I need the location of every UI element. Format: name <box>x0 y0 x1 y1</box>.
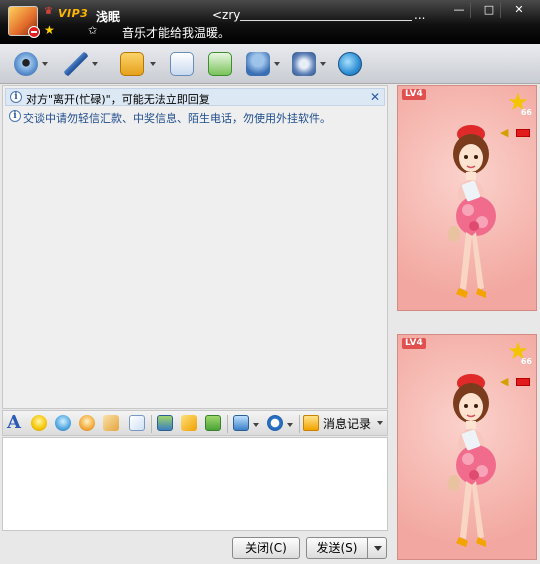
flag-icon[interactable] <box>516 129 530 137</box>
more-info-ellipsis[interactable]: ... <box>414 8 425 22</box>
message-history-dropdown-arrow[interactable] <box>377 421 383 425</box>
window-button-divider <box>500 2 501 18</box>
message-history-icon <box>303 415 319 431</box>
message-history-panel[interactable]: i 对方"离开(忙碌)"，可能无法立即回复 ✕ i 交谈中请勿轻信汇款、中奖信息… <box>2 85 388 409</box>
send-sms-icon[interactable] <box>170 52 194 76</box>
voice-call-dropdown-arrow[interactable] <box>92 62 98 66</box>
show-star-count: 66 <box>520 357 532 366</box>
avatar[interactable] <box>8 6 40 38</box>
add-app-icon[interactable] <box>208 52 232 76</box>
window-shake-icon[interactable] <box>79 415 95 431</box>
avatar-show-figure <box>448 374 496 547</box>
remote-assist-icon[interactable] <box>338 52 362 76</box>
soso-search-icon[interactable] <box>267 415 283 431</box>
security-warning-text: 交谈中请勿轻信汇款、中奖信息、陌生电话，勿使用外挂软件。 <box>23 112 331 125</box>
format-toolbar: A 消息记录 <box>2 410 388 436</box>
contact-signature: 音乐才能给我温暖。 <box>122 26 231 40</box>
screenshot-dropdown-arrow[interactable] <box>253 423 259 427</box>
my-show-panel[interactable]: LV4 ★ 66 ◀ <box>397 334 537 560</box>
message-input[interactable] <box>2 437 388 531</box>
star-outline-icon: ✩ <box>88 24 98 37</box>
info-icon: i <box>10 91 22 103</box>
window-button-divider <box>470 2 471 18</box>
avatar-show-figure <box>448 125 496 298</box>
show-star-count: 66 <box>520 108 532 117</box>
title-bar: ♛ VIP3 ★ 浅眠 ✩ 音乐才能给我温暖。 <zry ... — □ ✕ <box>0 0 540 44</box>
close-window-button[interactable]: ✕ <box>508 3 530 17</box>
screenshot-icon[interactable] <box>233 415 249 431</box>
contact-nickname: 浅眠 <box>96 10 121 24</box>
send-file-icon[interactable] <box>120 52 144 76</box>
soso-dropdown-arrow[interactable] <box>287 423 293 427</box>
gift-icon[interactable] <box>205 415 221 431</box>
flag-icon[interactable] <box>516 378 530 386</box>
group-chat-icon[interactable] <box>246 52 270 76</box>
show-level-badge: LV4 <box>402 338 426 349</box>
group-chat-dropdown-arrow[interactable] <box>274 62 280 66</box>
member-star-icon[interactable]: ★ <box>44 23 55 37</box>
send-options-dropdown[interactable] <box>367 537 387 559</box>
toolbar-divider <box>227 415 228 433</box>
font-style-icon[interactable]: A <box>7 413 23 433</box>
busy-status-icon <box>28 26 40 38</box>
notice-close-icon[interactable]: ✕ <box>370 90 380 104</box>
minimize-button[interactable]: — <box>448 3 470 17</box>
video-call-dropdown-arrow[interactable] <box>42 62 48 66</box>
contact-show-panel[interactable]: LV4 ★ 66 ◀ <box>397 85 537 311</box>
toolbar-divider <box>299 415 300 433</box>
magic-emoticon-icon[interactable] <box>55 415 71 431</box>
send-image-icon[interactable] <box>157 415 173 431</box>
show-level-badge: LV4 <box>402 89 426 100</box>
vip-crown-icon: ♛ <box>44 6 53 17</box>
scribble-icon[interactable] <box>103 415 119 431</box>
action-bar: 关闭(C) 发送(S) <box>0 532 392 564</box>
send-button[interactable]: 发送(S) <box>306 537 368 559</box>
music-icon[interactable] <box>181 415 197 431</box>
toolbar-divider <box>151 415 152 433</box>
video-call-icon[interactable] <box>14 52 38 76</box>
away-notice-text: 对方"离开(忙碌)"，可能无法立即回复 <box>26 93 210 106</box>
send-file-dropdown-arrow[interactable] <box>150 62 156 66</box>
handwriting-icon[interactable] <box>129 415 145 431</box>
voice-call-icon[interactable] <box>64 52 88 76</box>
away-notice-bar: i 对方"离开(忙碌)"，可能无法立即回复 ✕ <box>5 88 385 106</box>
info-icon: i <box>9 110 21 122</box>
settings-icon[interactable] <box>292 52 316 76</box>
message-history-label: 消息记录 <box>323 417 372 431</box>
contact-remark: <zry <box>212 8 241 22</box>
main-toolbar <box>0 44 540 84</box>
maximize-button[interactable]: □ <box>478 3 500 17</box>
settings-dropdown-arrow[interactable] <box>320 62 326 66</box>
remark-underline <box>240 20 412 21</box>
close-button[interactable]: 关闭(C) <box>232 537 300 559</box>
vip-badge[interactable]: VIP3 <box>58 7 88 20</box>
emoticon-icon[interactable] <box>31 415 47 431</box>
